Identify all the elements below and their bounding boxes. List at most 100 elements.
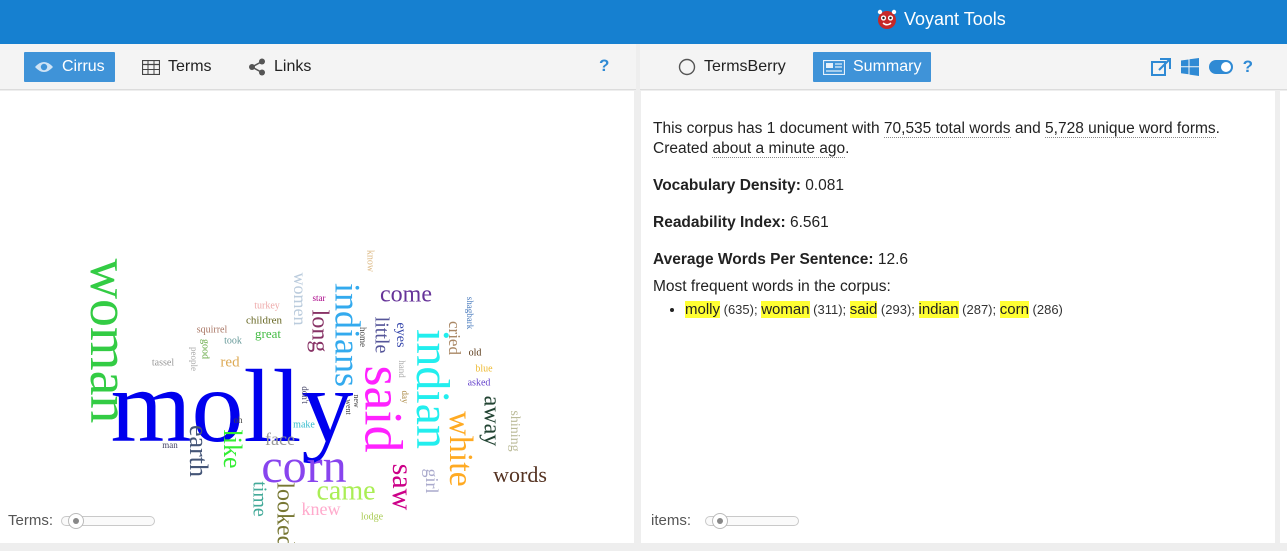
- tab-links-label: Links: [274, 58, 312, 75]
- items-slider-label: items:: [651, 512, 692, 529]
- readability-label: Readability Index:: [653, 214, 786, 231]
- windows-icon[interactable]: [1180, 58, 1199, 76]
- cloud-word-tassel[interactable]: tassel: [152, 357, 174, 368]
- toggle-icon[interactable]: [1208, 60, 1233, 74]
- right-toolbar: TermsBerry Summary ?: [640, 44, 1287, 90]
- frequent-word-woman[interactable]: woman: [761, 301, 810, 318]
- frequent-word-corn[interactable]: corn: [999, 301, 1029, 318]
- cloud-word-cried[interactable]: cried: [445, 321, 464, 355]
- cloud-word-earth[interactable]: earth: [184, 425, 213, 477]
- tab-cirrus[interactable]: Cirrus: [24, 52, 115, 82]
- cloud-word-shagbark[interactable]: shagbark: [465, 297, 475, 330]
- frequent-word-indian[interactable]: indian: [918, 301, 959, 318]
- export-icon[interactable]: [1150, 58, 1171, 76]
- total-words[interactable]: 70,535 total words: [883, 120, 1011, 138]
- cloud-word-women[interactable]: women: [290, 273, 310, 326]
- terms-slider-handle[interactable]: [67, 512, 84, 529]
- tab-terms-label: Terms: [168, 58, 212, 75]
- created-time[interactable]: about a minute ago: [712, 140, 846, 158]
- cloud-word-star[interactable]: star: [313, 293, 326, 303]
- cloud-word-home[interactable]: home: [358, 327, 368, 347]
- readability-index: Readability Index: 6.561: [653, 213, 1265, 233]
- cloud-word-time[interactable]: time: [248, 481, 270, 517]
- word-cloud[interactable]: mollywoman saidindiancornindianswhitesawc…: [0, 91, 634, 543]
- cloud-word-hand[interactable]: hand: [397, 360, 407, 378]
- cirrus-panel: molly woman said indian corn indians white saw c…: [0, 91, 634, 543]
- avg-words-label: Average Words Per Sentence:: [653, 251, 874, 268]
- items-slider-handle[interactable]: [711, 512, 728, 529]
- cloud-word-turkey[interactable]: turkey: [254, 300, 280, 311]
- cloud-word-woman[interactable]: woman: [78, 259, 140, 424]
- list-item: molly (635); woman (311); said (293); in…: [685, 299, 1265, 320]
- frequent-word-count: (287);: [958, 302, 1000, 317]
- cloud-word-face[interactable]: face: [265, 429, 295, 449]
- created-label: Created: [653, 140, 713, 157]
- top-bar: Voyant Tools: [0, 0, 1287, 44]
- cloud-word-squirrel[interactable]: squirrel: [197, 324, 228, 335]
- cloud-word-red[interactable]: red: [220, 354, 240, 370]
- cloud-word-went[interactable]: went: [344, 399, 353, 415]
- tab-summary[interactable]: Summary: [813, 52, 932, 82]
- created-period: .: [845, 140, 850, 157]
- cloud-word-little[interactable]: little: [370, 317, 392, 354]
- frequent-word-count: (286): [1028, 302, 1063, 317]
- vocabulary-density: Vocabulary Density: 0.081: [653, 176, 1265, 196]
- items-slider[interactable]: [705, 512, 800, 529]
- cloud-word-man[interactable]: man: [162, 440, 178, 450]
- frequent-word-molly[interactable]: molly: [685, 301, 721, 318]
- cloud-word-asked[interactable]: asked: [468, 377, 491, 388]
- cloud-word-like[interactable]: like: [218, 430, 247, 469]
- cloud-word-people[interactable]: people: [189, 347, 199, 371]
- cloud-word-eyes[interactable]: eyes: [393, 323, 408, 348]
- cloud-word-shining[interactable]: shining: [507, 410, 522, 451]
- tab-summary-label: Summary: [853, 58, 922, 75]
- cloud-word-oh[interactable]: oh: [234, 415, 244, 425]
- frequent-words-list: molly (635); woman (311); said (293); in…: [685, 299, 1265, 320]
- cloud-word-away[interactable]: away: [478, 396, 504, 447]
- frequent-words: Most frequent words in the corpus: molly…: [653, 277, 1265, 320]
- cloud-word-make[interactable]: make: [293, 419, 315, 430]
- cloud-word-good[interactable]: good: [200, 339, 211, 359]
- cloud-word-lodge[interactable]: lodge: [361, 511, 384, 522]
- cloud-word-words[interactable]: words: [493, 462, 547, 487]
- tab-terms[interactable]: Terms: [132, 52, 222, 82]
- vocab-label: Vocabulary Density:: [653, 177, 801, 194]
- cloud-word-children[interactable]: children: [246, 315, 283, 327]
- cloud-word-dont[interactable]: don't: [300, 386, 310, 404]
- help-icon-right[interactable]: ?: [1243, 57, 1253, 77]
- circle-icon: [678, 58, 696, 76]
- cloud-word-white[interactable]: white: [442, 411, 479, 487]
- tab-cirrus-label: Cirrus: [62, 58, 105, 75]
- summary-panel: This corpus has 1 document with 70,535 t…: [641, 91, 1275, 543]
- cloud-word-girl[interactable]: girl: [422, 469, 442, 494]
- help-icon[interactable]: ?: [599, 56, 609, 76]
- share-icon: [249, 58, 265, 76]
- unique-words[interactable]: 5,728 unique word forms: [1045, 120, 1216, 138]
- readability-value: 6.561: [789, 214, 829, 231]
- items-slider-row: items:: [651, 512, 800, 529]
- cloud-word-know[interactable]: know: [365, 250, 376, 273]
- cloud-word-day[interactable]: day: [400, 391, 410, 404]
- cloud-word-great[interactable]: great: [255, 326, 281, 341]
- frequent-word-said[interactable]: said: [849, 301, 878, 318]
- voyant-logo-icon: [877, 9, 897, 29]
- table-icon: [142, 59, 160, 75]
- cloud-word-old[interactable]: old: [469, 347, 482, 358]
- app-title: Voyant Tools: [904, 9, 1006, 29]
- panel-edge: [1280, 91, 1287, 543]
- cloud-word-blue[interactable]: blue: [475, 363, 493, 374]
- cloud-word-took[interactable]: took: [224, 335, 242, 346]
- overview-text: This corpus has 1 document with: [653, 120, 884, 137]
- tab-links[interactable]: Links: [238, 52, 321, 82]
- cloud-word-knew[interactable]: knew: [302, 499, 341, 519]
- cloud-word-saw[interactable]: saw: [386, 464, 419, 511]
- newspaper-icon: [823, 59, 845, 75]
- left-toolbar: Cirrus Terms Links ?: [0, 44, 636, 90]
- cloud-word-looked[interactable]: looked: [271, 482, 297, 543]
- brand[interactable]: Voyant Tools: [876, 8, 1006, 30]
- frequent-words-label: Most frequent words in the corpus:: [653, 278, 891, 295]
- terms-slider[interactable]: [61, 512, 155, 529]
- frequent-word-count: (635);: [720, 302, 762, 317]
- cloud-word-come[interactable]: come: [380, 282, 432, 308]
- tab-termsberry[interactable]: TermsBerry: [668, 52, 796, 82]
